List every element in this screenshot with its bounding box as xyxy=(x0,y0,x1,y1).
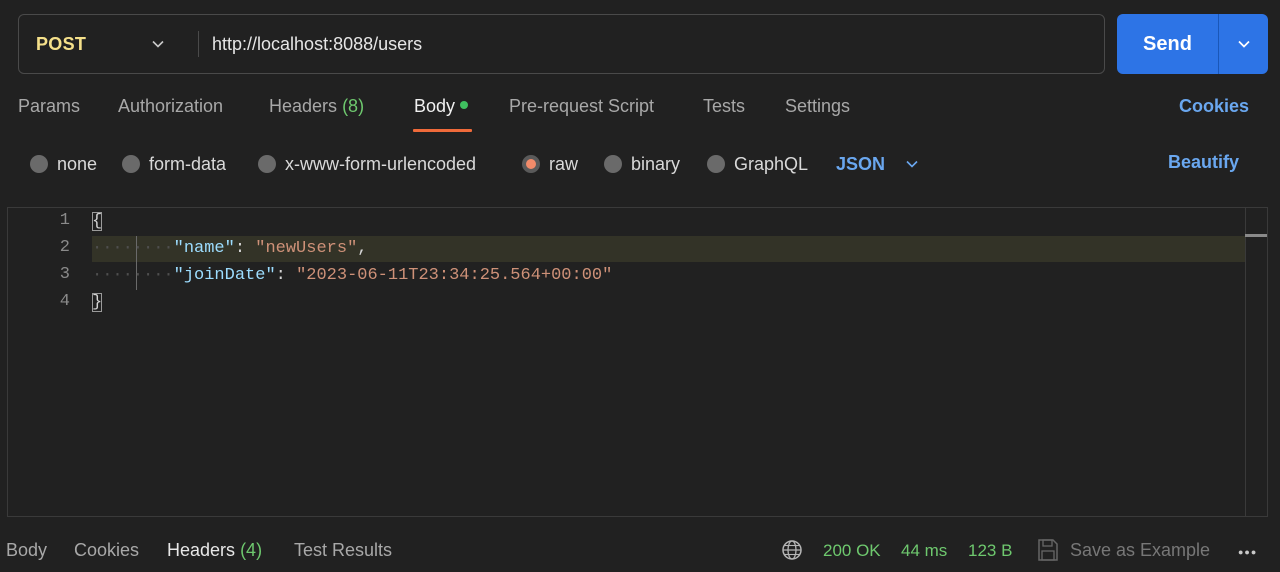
method-label: POST xyxy=(36,33,87,54)
response-tab-cookies[interactable]: Cookies xyxy=(74,540,139,561)
tab-label: Authorization xyxy=(118,96,224,116)
radio-binary[interactable]: binary xyxy=(604,150,680,178)
radio-label: form-data xyxy=(149,153,227,174)
json-string: "2023-06-11T23:34:25.564+00:00" xyxy=(296,266,613,285)
tab-label: Body xyxy=(414,96,456,116)
radio-x-www-form-urlencoded[interactable]: x-www-form-urlencoded xyxy=(258,150,476,178)
tab-count: (8) xyxy=(342,96,365,116)
save-icon xyxy=(1038,539,1058,561)
tab-authorization[interactable]: Authorization xyxy=(118,96,223,132)
radio-label: GraphQL xyxy=(734,153,809,174)
tab-tests[interactable]: Tests xyxy=(703,96,745,132)
json-key: "name" xyxy=(173,239,235,258)
globe-icon[interactable] xyxy=(781,539,803,561)
response-tab-headers[interactable]: Headers (4) xyxy=(167,540,262,561)
code-line: ········"joinDate": "2023-06-11T23:34:25… xyxy=(92,263,612,289)
radio-raw[interactable]: raw xyxy=(522,150,578,178)
status-code[interactable]: 200 OK xyxy=(823,541,881,561)
line-number-gutter: 1 2 3 4 xyxy=(8,208,88,516)
radio-selected-icon xyxy=(522,155,540,173)
colon: : xyxy=(234,239,256,258)
radio-form-data[interactable]: form-data xyxy=(122,150,226,178)
code-line: ········"name": "newUsers", xyxy=(92,236,367,262)
open-brace: { xyxy=(92,212,103,231)
radio-circle-icon xyxy=(258,155,276,173)
code-line: } xyxy=(92,290,103,316)
body-type-selector: none form-data x-www-form-urlencoded raw… xyxy=(0,150,1280,180)
json-string: "newUsers" xyxy=(255,239,358,258)
url-input[interactable] xyxy=(212,15,1092,73)
tab-label: Headers xyxy=(269,96,338,116)
request-bar: POST xyxy=(18,14,1105,74)
url-divider xyxy=(198,31,199,57)
active-tab-underline xyxy=(413,129,472,132)
radio-label: raw xyxy=(549,153,579,174)
more-options-icon[interactable]: ●●● xyxy=(1238,547,1257,557)
response-tab-body[interactable]: Body xyxy=(6,540,47,561)
scrollbar-marker xyxy=(1245,234,1267,237)
tab-params[interactable]: Params xyxy=(18,96,80,132)
tab-label: Headers xyxy=(167,540,236,560)
response-time[interactable]: 44 ms xyxy=(901,541,947,561)
radio-circle-icon xyxy=(30,155,48,173)
code-line: { xyxy=(92,209,103,235)
comma: , xyxy=(357,239,368,258)
response-bar: Body Cookies Headers (4) Test Results 20… xyxy=(0,530,1280,572)
chevron-down-icon xyxy=(152,40,164,48)
tab-label: Tests xyxy=(703,96,746,116)
tab-count: (4) xyxy=(240,540,263,560)
radio-label: none xyxy=(57,153,98,174)
response-tab-test-results[interactable]: Test Results xyxy=(294,540,392,561)
beautify-button[interactable]: Beautify xyxy=(1168,152,1239,173)
radio-graphql[interactable]: GraphQL xyxy=(707,150,808,178)
tab-label: Cookies xyxy=(74,540,140,560)
request-tabs: Params Authorization Headers (8) Body Pr… xyxy=(0,96,1280,136)
radio-label: x-www-form-urlencoded xyxy=(285,153,477,174)
tab-pre-request-script[interactable]: Pre-request Script xyxy=(509,96,654,132)
tab-label: Settings xyxy=(785,96,851,116)
send-button-group: Send xyxy=(1117,14,1268,74)
chevron-down-icon xyxy=(1237,40,1250,48)
radio-label: binary xyxy=(631,153,681,174)
line-number: 1 xyxy=(59,211,70,230)
radio-circle-icon xyxy=(604,155,622,173)
tab-settings[interactable]: Settings xyxy=(785,96,850,132)
code-editor[interactable]: 1 2 3 4 { ········"name": "newUsers", ··… xyxy=(7,207,1268,517)
send-options-button[interactable] xyxy=(1219,14,1268,74)
close-brace: } xyxy=(92,293,103,312)
tab-label: Body xyxy=(6,540,48,560)
json-key: "joinDate" xyxy=(173,266,276,285)
radio-circle-icon xyxy=(122,155,140,173)
method-select[interactable]: POST xyxy=(19,15,199,73)
send-button[interactable]: Send xyxy=(1117,14,1218,74)
cookies-link[interactable]: Cookies xyxy=(1179,96,1249,117)
modified-dot-icon xyxy=(460,101,469,109)
save-as-example-button[interactable]: Save as Example xyxy=(1070,540,1210,561)
tab-headers[interactable]: Headers (8) xyxy=(269,96,364,132)
radio-circle-icon xyxy=(707,155,725,173)
response-size[interactable]: 123 B xyxy=(968,541,1012,561)
indent-whitespace: ········ xyxy=(92,266,174,285)
tab-label: Params xyxy=(18,96,81,116)
format-label: JSON xyxy=(836,153,886,174)
line-number: 2 xyxy=(59,238,70,257)
line-number: 3 xyxy=(59,265,70,284)
tab-body[interactable]: Body xyxy=(414,96,469,132)
line-number: 4 xyxy=(59,292,70,311)
format-select[interactable]: JSON xyxy=(836,150,919,178)
tab-label: Pre-request Script xyxy=(509,96,655,116)
tab-label: Test Results xyxy=(294,540,393,560)
radio-none[interactable]: none xyxy=(30,150,97,178)
colon: : xyxy=(275,266,297,285)
editor-scrollbar[interactable] xyxy=(1245,208,1267,516)
code-area[interactable]: { ········"name": "newUsers", ········"j… xyxy=(92,208,1245,516)
chevron-down-icon xyxy=(906,160,918,168)
indent-whitespace: ········ xyxy=(92,239,174,258)
